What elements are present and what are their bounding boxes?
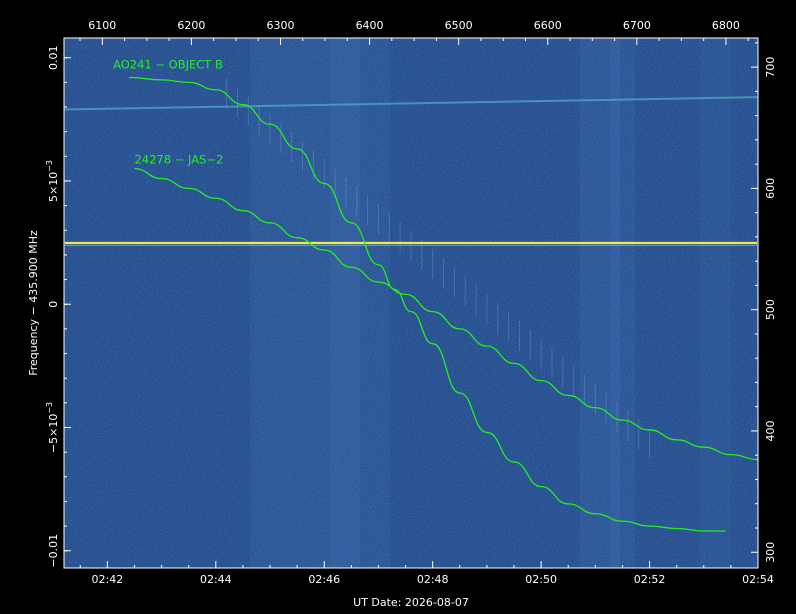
top-tick-label: 6400 (356, 19, 384, 32)
noise-band (700, 38, 730, 568)
track-label-0: AO241 − OBJECT B (113, 57, 223, 71)
spectrogram-chart: 02:42 02:44 02:46 02:48 02:50 02:52 02:54 6100… (27, 19, 777, 609)
right-tick-label: 400 (764, 420, 777, 441)
top-tick-label: 6200 (177, 19, 205, 32)
top-tick-label: 6700 (623, 19, 651, 32)
plot-area (64, 38, 758, 568)
x-tick-label: 02:44 (200, 573, 232, 586)
right-tick-label: 700 (764, 57, 777, 78)
track-label-1: 24278 − JAS−2 (134, 153, 223, 167)
y-tick-label: 5×10−3 (45, 160, 60, 202)
right-tick-label: 500 (764, 299, 777, 320)
x-tick-label: 02:52 (634, 573, 666, 586)
spectrogram-noise (64, 38, 758, 568)
y-tick-label: −5×10−3 (45, 402, 60, 453)
right-tick-label: 300 (764, 542, 777, 563)
top-tick-label: 6500 (445, 19, 473, 32)
x-axis-label: UT Date: 2026-08-07 (353, 596, 469, 609)
x-tick-label: 02:46 (308, 573, 340, 586)
y-axis-label: Frequency − 435.900 MHz (27, 230, 40, 376)
noise-band (330, 38, 390, 568)
top-tick-label: 6600 (534, 19, 562, 32)
noise-band (610, 38, 635, 568)
top-tick-label: 6300 (266, 19, 294, 32)
y-tick-label: 0 (47, 301, 60, 308)
y-tick-label: −0.01 (47, 534, 60, 568)
top-tick-label: 6100 (88, 19, 116, 32)
x-tick-label: 02:48 (417, 573, 449, 586)
x-tick-label: 02:42 (92, 573, 124, 586)
right-tick-label: 600 (764, 178, 777, 199)
y-tick-label: 0.01 (47, 45, 60, 70)
x-tick-label: 02:50 (525, 573, 557, 586)
top-tick-label: 6800 (712, 19, 740, 32)
x-tick-label: 02:54 (742, 573, 774, 586)
